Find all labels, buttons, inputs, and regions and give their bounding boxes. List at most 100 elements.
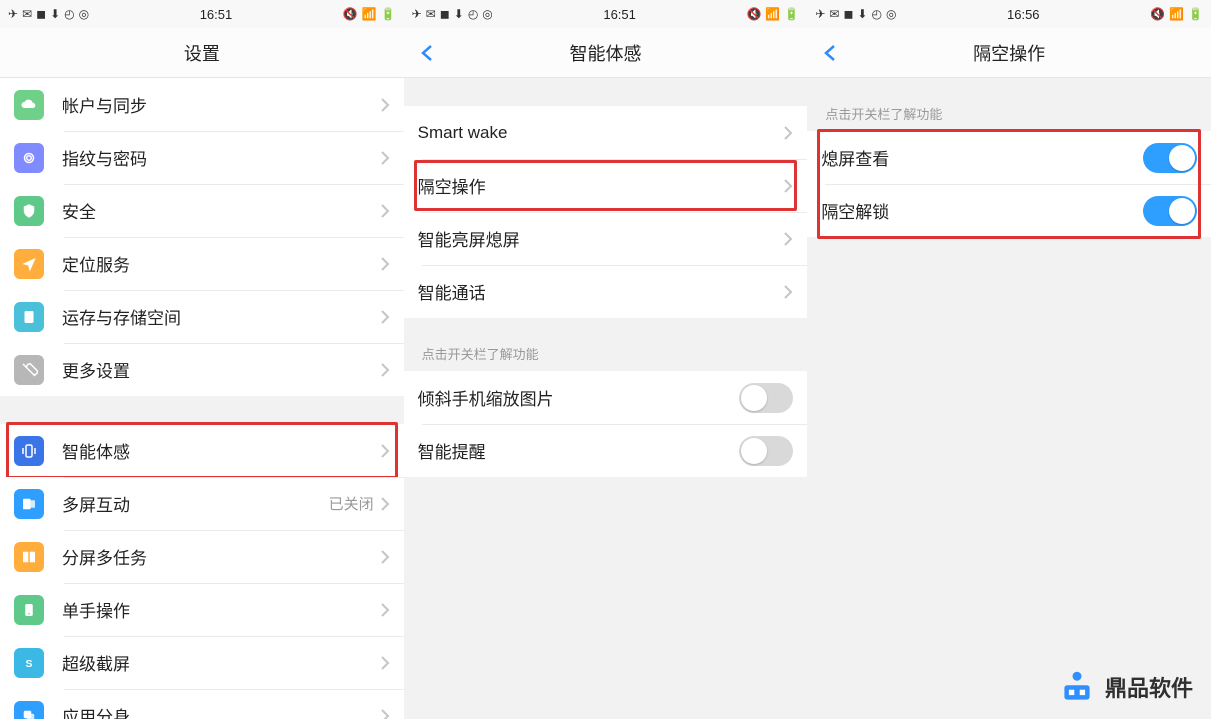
motion-list[interactable]: Smart wake 隔空操作 智能亮屏熄屏 智能通话 点击开关栏了解功能 倾斜… <box>404 78 808 719</box>
svg-text:S: S <box>25 657 32 669</box>
row-splitscreen[interactable]: 分屏多任务 <box>0 530 404 583</box>
mute-icon: 🔇 <box>746 7 761 21</box>
page-title: 智能体感 <box>569 40 641 66</box>
row-smart-screen[interactable]: 智能亮屏熄屏 <box>404 212 808 265</box>
notif-icon: ◼ <box>36 7 46 21</box>
airplane-icon: ✈ <box>815 7 825 21</box>
row-label: 智能体感 <box>62 438 380 463</box>
section-header: 点击开关栏了解功能 <box>404 318 808 371</box>
mute-icon: 🔇 <box>1150 7 1165 21</box>
status-bar: ✈ ✉ ◼ ⬇ ◴ ◎ 16:56 🔇 📶 🔋 <box>807 0 1211 28</box>
status-time: 16:56 <box>1007 7 1040 22</box>
watermark-icon <box>1059 669 1095 705</box>
tools-icon <box>14 355 44 385</box>
row-label: 隔空操作 <box>418 173 784 198</box>
chevron-right-icon <box>380 310 390 324</box>
wifi-icon: 📶 <box>1169 7 1184 21</box>
row-more-settings[interactable]: 更多设置 <box>0 343 404 396</box>
row-appclone[interactable]: 应用分身 <box>0 689 404 719</box>
watermark-text: 鼎品软件 <box>1105 671 1193 703</box>
air-list[interactable]: 点击开关栏了解功能 熄屏查看 隔空解锁 <box>807 78 1211 719</box>
row-account-sync[interactable]: 帐户与同步 <box>0 78 404 131</box>
download-icon: ⬇ <box>857 7 867 21</box>
onehand-icon <box>14 595 44 625</box>
row-label: 运存与存储空间 <box>62 304 380 329</box>
chevron-right-icon <box>380 709 390 719</box>
mail-icon: ✉ <box>426 7 436 21</box>
battery-icon: 🔋 <box>381 7 396 21</box>
wifi-icon: 📶 <box>362 7 377 21</box>
status-time: 16:51 <box>603 7 636 22</box>
row-label: 帐户与同步 <box>62 92 380 117</box>
download-icon: ⬇ <box>454 7 464 21</box>
row-smart-motion[interactable]: 智能体感 <box>0 424 404 477</box>
row-label: 隔空解锁 <box>821 198 1143 223</box>
download-icon: ⬇ <box>50 7 60 21</box>
airplane-icon: ✈ <box>412 7 422 21</box>
row-storage[interactable]: 运存与存储空间 <box>0 290 404 343</box>
section-header: 点击开关栏了解功能 <box>807 78 1211 131</box>
chevron-right-icon <box>380 497 390 511</box>
row-label: 倾斜手机缩放图片 <box>418 385 740 410</box>
toggle-tilt-zoom[interactable] <box>739 383 793 413</box>
row-label: 指纹与密码 <box>62 145 380 170</box>
row-label: 熄屏查看 <box>821 145 1143 170</box>
chevron-right-icon <box>380 444 390 458</box>
row-smart-wake[interactable]: Smart wake <box>404 106 808 159</box>
toggle-smart-remind[interactable] <box>739 436 793 466</box>
row-tilt-zoom[interactable]: 倾斜手机缩放图片 <box>404 371 808 424</box>
chevron-right-icon <box>380 151 390 165</box>
target-icon: ◎ <box>79 7 89 21</box>
page-title: 设置 <box>184 40 220 66</box>
row-smart-remind[interactable]: 智能提醒 <box>404 424 808 477</box>
toggle-air-unlock[interactable] <box>1143 196 1197 226</box>
multiscreen-icon <box>14 489 44 519</box>
nav-header: 智能体感 <box>404 28 808 78</box>
chevron-right-icon <box>380 98 390 112</box>
clone-icon <box>14 701 44 719</box>
row-smart-call[interactable]: 智能通话 <box>404 265 808 318</box>
airplane-icon: ✈ <box>8 7 18 21</box>
row-fingerprint[interactable]: 指纹与密码 <box>0 131 404 184</box>
toggle-screenoff-view[interactable] <box>1143 143 1197 173</box>
chevron-right-icon <box>783 126 793 140</box>
motion-icon <box>14 436 44 466</box>
chevron-right-icon <box>783 232 793 246</box>
row-label: 安全 <box>62 198 380 223</box>
row-air-unlock[interactable]: 隔空解锁 <box>807 184 1211 237</box>
row-onehand[interactable]: 单手操作 <box>0 583 404 636</box>
row-screenoff-view[interactable]: 熄屏查看 <box>807 131 1211 184</box>
cloud-icon <box>14 90 44 120</box>
row-label: 更多设置 <box>62 357 380 382</box>
row-label: 分屏多任务 <box>62 544 380 569</box>
battery-icon: 🔋 <box>784 7 799 21</box>
battery-icon: 🔋 <box>1188 7 1203 21</box>
status-bar: ✈ ✉ ◼ ⬇ ◴ ◎ 16:51 🔇 📶 🔋 <box>404 0 808 28</box>
clock-icon: ◴ <box>871 7 881 21</box>
back-button[interactable] <box>821 43 841 63</box>
status-time: 16:51 <box>200 7 233 22</box>
mute-icon: 🔇 <box>343 7 358 21</box>
row-label: 多屏互动 <box>62 491 329 516</box>
watermark: 鼎品软件 <box>1059 669 1193 705</box>
fingerprint-icon <box>14 143 44 173</box>
back-button[interactable] <box>418 43 438 63</box>
row-multiscreen[interactable]: 多屏互动 已关闭 <box>0 477 404 530</box>
chevron-right-icon <box>380 204 390 218</box>
screen-settings: ✈ ✉ ◼ ⬇ ◴ ◎ 16:51 🔇 📶 🔋 设置 帐户与同步 指纹与密码 <box>0 0 404 719</box>
row-security[interactable]: 安全 <box>0 184 404 237</box>
settings-list[interactable]: 帐户与同步 指纹与密码 安全 定位服务 运存与存储空间 更多设置 <box>0 78 404 719</box>
target-icon: ◎ <box>886 7 896 21</box>
chevron-right-icon <box>380 656 390 670</box>
row-supershot[interactable]: S 超级截屏 <box>0 636 404 689</box>
page-title: 隔空操作 <box>973 40 1045 66</box>
mail-icon: ✉ <box>22 7 32 21</box>
wifi-icon: 📶 <box>765 7 780 21</box>
notif-icon: ◼ <box>843 7 853 21</box>
row-location[interactable]: 定位服务 <box>0 237 404 290</box>
row-value: 已关闭 <box>329 493 374 514</box>
row-label: Smart wake <box>418 123 784 143</box>
row-air-operation[interactable]: 隔空操作 <box>404 159 808 212</box>
clock-icon: ◴ <box>64 7 74 21</box>
chevron-right-icon <box>380 550 390 564</box>
